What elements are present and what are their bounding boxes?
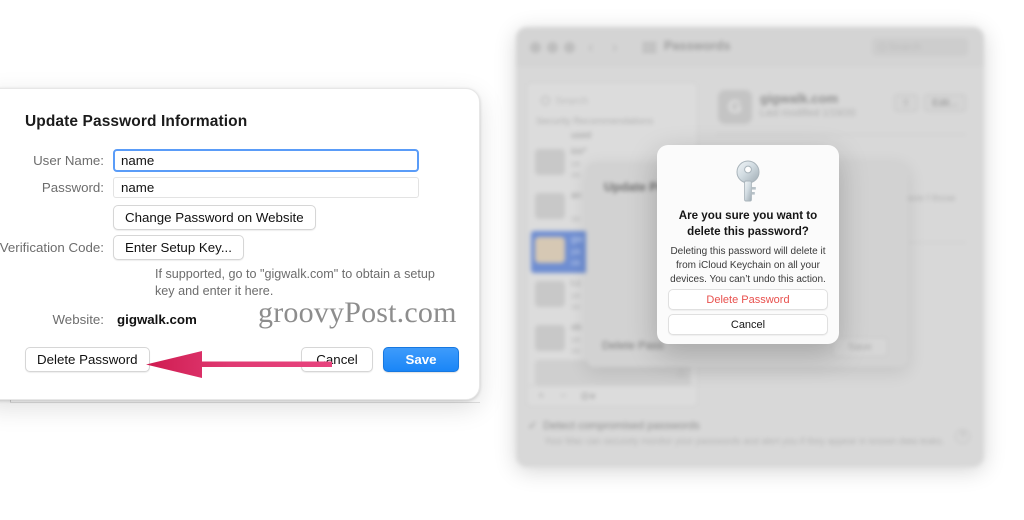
website-row: Website: gigwalk.com [0, 312, 197, 327]
change-password-on-website-button[interactable]: Change Password on Website [113, 205, 316, 230]
verification-code-label: Verification Code: [0, 240, 104, 255]
remove-password-button[interactable]: − [560, 390, 566, 402]
background-delete-password-button[interactable]: Delete Pass [602, 340, 663, 352]
list-item-thumbnail [535, 149, 565, 175]
delete-password-button[interactable]: Delete Password [25, 347, 150, 372]
list-item-line1: ob [571, 322, 582, 332]
edit-button[interactable]: Edit... [924, 94, 966, 112]
gear-dropdown-icon[interactable]: ⚙▾ [580, 390, 595, 403]
detail-subtitle: Last modified 1/19/20 [760, 108, 856, 119]
delete-password-alert: Are you sure you want to delete this pas… [657, 145, 839, 344]
add-password-button[interactable]: + [538, 390, 544, 402]
share-icon[interactable]: ⇧ [894, 94, 918, 112]
list-item-thumbnail [535, 237, 565, 263]
list-item-line3: us [571, 169, 581, 179]
alert-delete-password-button[interactable]: Delete Password [668, 289, 828, 310]
divider [716, 134, 966, 135]
alert-cancel-button[interactable]: Cancel [668, 314, 828, 335]
alert-body: Deleting this password will delete it fr… [670, 246, 826, 286]
website-value: gigwalk.com [117, 312, 197, 327]
alert-title: Are you sure you want to delete this pas… [678, 209, 818, 238]
list-item-line1: t.c [571, 278, 581, 288]
sidebar-toolbar: + − ⚙▾ [528, 385, 698, 405]
username-label: User Name: [33, 153, 104, 168]
list-item-line1: used [571, 130, 592, 140]
list-item-line2: ya [571, 246, 581, 256]
minimize-window-button[interactable] [547, 42, 558, 53]
list-item-line3: us [571, 257, 581, 267]
security-recommendations-header: Security Recommendations [536, 116, 654, 127]
enter-setup-key-button[interactable]: Enter Setup Key... [113, 235, 244, 260]
avatar: G [718, 90, 752, 124]
forward-chevron-icon[interactable]: › [612, 39, 617, 57]
toolbar-search-input[interactable]: Search [872, 38, 968, 56]
save-button[interactable]: Save [383, 347, 459, 372]
password-row: Password: name [0, 177, 419, 198]
key-icon [736, 160, 760, 202]
maximize-window-button[interactable] [564, 42, 575, 53]
grid-view-icon[interactable] [643, 42, 656, 53]
dialog-title: Update Password Information [25, 113, 248, 130]
detail-title: gigwalk.com [760, 91, 839, 106]
list-item-line3: us [571, 345, 581, 355]
watermark: groovyPost.com [258, 296, 457, 329]
checkmark-icon: ✓ [528, 420, 538, 432]
sidebar-search-input[interactable]: Search [535, 91, 691, 110]
detect-compromised-passwords-checkbox[interactable]: ✓ Detect compromised passwords [528, 419, 700, 432]
list-item-line2: ya [571, 158, 581, 168]
username-row: User Name: name [0, 149, 419, 172]
screenshot-root: Update Password Information User Name: n… [0, 0, 1024, 520]
list-item-thumbnail [535, 193, 565, 219]
list-item-thumbnail [535, 281, 565, 307]
footer-subtitle: Your Mac can securely monitor your passw… [544, 435, 945, 446]
list-item-line1: gw [571, 234, 583, 244]
checkbox-label: Detect compromised passwords [543, 420, 700, 432]
username-input[interactable]: name [113, 149, 419, 172]
window-title: Passwords [664, 39, 731, 53]
list-item-line3: us [571, 301, 581, 311]
change-password-row: Change Password on Website [113, 205, 316, 230]
list-item-line2: ya [571, 290, 581, 300]
list-item-line1: an [571, 190, 582, 200]
verification-code-row: Verification Code: Enter Setup Key... [0, 235, 244, 260]
window-titlebar: ‹ › Passwords Search [516, 27, 984, 67]
annotation-arrow-icon [146, 351, 332, 378]
password-input[interactable]: name [113, 177, 419, 198]
password-label: Password: [41, 180, 104, 195]
list-item-thumbnail [535, 325, 565, 351]
list-item-line1: ios* [571, 146, 587, 156]
list-item-line3: us [571, 213, 581, 223]
close-window-button[interactable] [530, 42, 541, 53]
background-save-button[interactable]: Save [832, 337, 888, 357]
list-item-line2: ya [571, 334, 581, 344]
help-button[interactable]: ? [955, 429, 970, 444]
crop-mark-bottom [10, 402, 480, 403]
website-label: Website: [52, 312, 105, 327]
back-chevron-icon[interactable]: ‹ [588, 39, 593, 57]
